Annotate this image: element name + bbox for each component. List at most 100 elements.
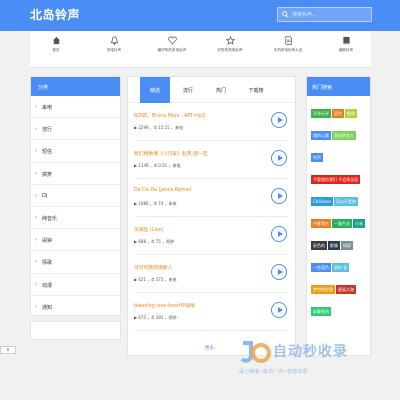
hot-search-tag[interactable]: 铃声: [311, 153, 323, 162]
tab-popular[interactable]: 流行: [173, 77, 203, 103]
site-logo[interactable]: 北岛铃声: [30, 6, 80, 23]
search-icon: [282, 11, 289, 18]
bell-icon: [110, 36, 118, 45]
song-row: ROSÉ，Bruno Mars - APT.mp3 ▶ 2299 ，⏱ 15:15…: [134, 103, 289, 141]
tab-featured[interactable]: 精选: [140, 77, 170, 103]
hot-search-panel: 热门搜索 不亦乐乎 蓝色 烟花我的心跳 悲伤的恋人铃声不要相信我们 不会再见面 Chil…: [306, 76, 371, 356]
sidebar-item-label: 闹钟: [42, 238, 53, 245]
song-title-link[interactable]: Da Da Da (Janco Remix): [134, 188, 192, 193]
icon-nav: 首页 来电铃声 最好听的来电铃声 好听的来电铃声 手机来电铃声大全 最新铃声: [30, 31, 371, 68]
song-row: Da Da Da (Janco Remix) ▶ 1086 ，⏱ 74 ，来电: [134, 179, 289, 217]
nav-label: 首页: [52, 48, 60, 52]
song-meta: ▶ 1086 ，⏱ 74 ，来电: [134, 201, 177, 206]
nav-label: 最好听的来电铃声: [157, 48, 187, 52]
search-input[interactable]: 搜索铃声…: [277, 7, 372, 22]
home-icon: [52, 36, 60, 45]
nav-item-all[interactable]: 手机来电铃声大全: [258, 36, 318, 53]
song-meta: ▶ 1149 ，⏱ 0:21 ，来电: [134, 163, 181, 168]
song-title-link[interactable]: ROSÉ，Bruno Mars - APT.mp3: [134, 112, 205, 119]
book-icon: [342, 36, 350, 45]
sidebar-item-label: 流行: [42, 127, 53, 134]
hot-search-tag[interactable]: 我的 爱: [332, 263, 350, 272]
nav-label: 来电铃声: [106, 48, 122, 52]
song-title-link[interactable]: 我们相依偎《小可爱》赵英 国一首: [134, 150, 207, 157]
hot-search-tag[interactable]: 安静悲伤: [311, 307, 331, 316]
play-button-icon[interactable]: [271, 264, 287, 280]
song-title-link[interactable]: 深渊鱼 (Live): [134, 226, 163, 233]
sidebar-title: 分类: [31, 77, 120, 96]
hot-search-tag[interactable]: 烟花: [345, 109, 357, 118]
sidebar-item[interactable]: › 动漫: [31, 274, 120, 296]
song-row: bleeding love-heart环境版 ▶ 675 ，⏱ 281 ，闹钟: [134, 293, 289, 331]
hot-search-tag[interactable]: 一路生花: [332, 219, 352, 228]
nav-item-latest[interactable]: 最新铃声: [316, 36, 376, 53]
hot-search-tag[interactable]: 如愿: [341, 241, 353, 250]
sidebar-item-label: 搞笑: [42, 171, 53, 178]
hot-search-tag[interactable]: 可以不是你: [333, 197, 358, 206]
hot-search-tag[interactable]: 小米: [353, 219, 365, 228]
sidebar-item[interactable]: › 闹钟: [31, 229, 120, 252]
sidebar-item[interactable]: › 纯音乐: [31, 207, 120, 230]
hot-search-tag[interactable]: 我的心跳: [311, 131, 331, 140]
sidebar-item[interactable]: › 短信: [31, 140, 120, 163]
document-icon: [284, 36, 292, 45]
chevron-right-icon: ›: [35, 170, 37, 177]
sidebar-item[interactable]: › 流行: [31, 118, 120, 141]
sidebar-item[interactable]: › DJ: [31, 185, 120, 207]
nav-item-ringtone[interactable]: 来电铃声: [84, 36, 144, 53]
play-button-icon[interactable]: [271, 112, 287, 128]
nav-item-best[interactable]: 最好听的来电铃声: [142, 36, 202, 53]
sidebar-item-label: 来电: [42, 105, 53, 111]
hot-search-tag[interactable]: Chillaxes: [311, 197, 333, 206]
hot-search-tag[interactable]: 梦中的世界: [311, 285, 335, 294]
sidebar-item-label: 纯音乐: [42, 215, 58, 222]
sidebar-item[interactable]: › 搞笑: [31, 163, 120, 185]
song-row: 深渊鱼 (Live) ▶ 688 ，⏱ 75 ，闹钟: [134, 217, 289, 255]
play-button-icon[interactable]: [271, 302, 287, 318]
collapse-handle[interactable]: ∨: [0, 346, 16, 354]
header-bar: 北岛铃声 搜索铃声…: [0, 0, 400, 31]
hot-search-tag[interactable]: 蓝色: [332, 109, 344, 118]
search-placeholder: 搜索铃声…: [292, 12, 318, 18]
hot-search-tag[interactable]: 不亦乐乎: [311, 109, 331, 118]
tab-download-rank[interactable]: 下载榜: [239, 77, 273, 103]
song-meta: ▶ 688 ，⏱ 75 ，闹钟: [134, 239, 175, 244]
sidebar-item-label: DJ: [42, 192, 48, 199]
play-button-icon[interactable]: [271, 188, 287, 204]
song-meta: ▶ 621 ，⏱ 373 ，来电: [134, 277, 177, 282]
sidebar-item[interactable]: › 情歌: [31, 251, 120, 274]
chevron-right-icon: ›: [35, 259, 37, 266]
chevron-right-icon: ›: [35, 281, 37, 288]
song-meta: ▶ 2299 ，⏱ 15:15 ，来电: [134, 125, 183, 130]
sidebar-item-label: 通知: [42, 304, 53, 311]
song-panel: 精选 流行 热门 下载榜 ROSÉ，Bruno Mars - APT.mp3 ▶ …: [127, 76, 296, 356]
song-title-link[interactable]: 可可问题的情歌人: [134, 264, 172, 271]
tab-hot[interactable]: 热门: [206, 77, 236, 103]
sidebar-item-label: 动漫: [42, 282, 53, 289]
hot-search-title: 热门搜索: [307, 77, 370, 96]
watermark: 自动秒收录 做上链接→来访一次→自动收录: [233, 337, 393, 387]
star-icon: [225, 36, 235, 45]
song-title-link[interactable]: bleeding love-heart环境版: [134, 302, 195, 309]
hot-search-tag[interactable]: 中意我它: [311, 219, 331, 228]
watermark-text: 自动秒收录: [273, 344, 348, 360]
hot-search-tag[interactable]: 一些蓝色: [311, 263, 331, 272]
nav-label: 手机来电铃声大全: [273, 48, 303, 52]
hot-search-tag[interactable]: 悲伤的恋人: [332, 131, 356, 140]
watermark-logo-icon: [240, 341, 271, 363]
hot-search-tag[interactable]: 星辰大海: [336, 285, 356, 294]
nav-item-good[interactable]: 好听的来电铃声: [200, 36, 260, 53]
nav-label: 最新铃声: [338, 48, 354, 52]
chevron-right-icon: ›: [35, 104, 37, 110]
hot-search-tag[interactable]: 不要相信我们 不会再见面: [311, 175, 361, 184]
hot-search-tag[interactable]: 影像: [328, 241, 340, 250]
chevron-right-icon: ›: [35, 192, 37, 199]
play-button-icon[interactable]: [271, 150, 287, 166]
play-button-icon[interactable]: [271, 226, 287, 242]
hot-search-tag[interactable]: 彩色的: [311, 241, 327, 250]
nav-item-home[interactable]: 首页: [26, 36, 86, 53]
heart-icon: [167, 36, 177, 45]
sidebar-item[interactable]: › 通知: [31, 296, 120, 318]
sidebar-item[interactable]: › 来电: [31, 96, 120, 119]
tab-bar: 精选 流行 热门 下载榜: [128, 77, 295, 103]
